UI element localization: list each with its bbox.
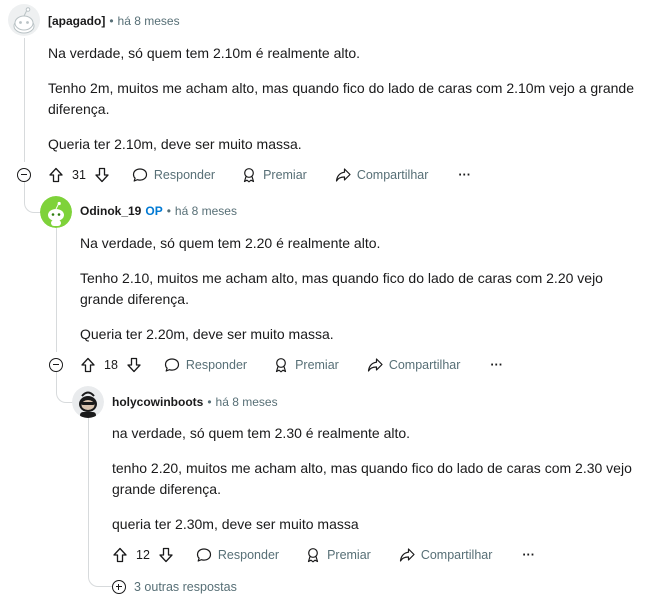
comment-paragraph: Tenho 2m, muitos me acham alto, mas quan… bbox=[48, 80, 634, 117]
vote-count: 18 bbox=[104, 358, 118, 372]
reply-icon bbox=[164, 358, 180, 372]
comment-time[interactable]: há 8 meses bbox=[118, 14, 180, 28]
reply-label: Responder bbox=[217, 548, 280, 562]
meta-separator: • bbox=[207, 395, 212, 409]
overflow-icon: ··· bbox=[458, 168, 471, 182]
thread-line-3[interactable] bbox=[88, 418, 89, 548]
vote-count: 31 bbox=[72, 168, 86, 182]
downvote-icon bbox=[127, 357, 141, 373]
comment-paragraph: na verdade, só quem tem 2.30 é realmente… bbox=[112, 425, 411, 441]
comment-paragraph: Tenho 2.10, muitos me acham alto, mas qu… bbox=[80, 270, 603, 307]
upvote-icon bbox=[81, 357, 95, 373]
overflow-icon: ··· bbox=[490, 358, 503, 372]
comment-paragraph: queria ter 2.30m, deve ser muito massa bbox=[112, 516, 359, 532]
meta-separator: • bbox=[109, 14, 114, 28]
comment-author[interactable]: [apagado] bbox=[48, 14, 105, 28]
comment-paragraph: Queria ter 2.10m, deve ser muito massa. bbox=[48, 136, 302, 152]
share-icon bbox=[335, 168, 351, 182]
expand-icon bbox=[112, 580, 126, 594]
comment-2-body: Na verdade, só quem tem 2.20 é realmente… bbox=[80, 233, 650, 359]
comment-3-actions: 12 Responder Premiar Compartilhar ··· bbox=[112, 543, 535, 567]
avatar-deleted bbox=[8, 4, 40, 36]
collapse-icon[interactable] bbox=[17, 168, 31, 182]
overflow-menu-button[interactable]: ··· bbox=[490, 358, 503, 372]
upvote-button[interactable] bbox=[80, 357, 96, 373]
downvote-button[interactable] bbox=[94, 167, 110, 183]
user-avatar-icon bbox=[72, 386, 104, 418]
share-label: Compartilhar bbox=[420, 548, 493, 562]
award-icon bbox=[275, 358, 287, 373]
comment-author[interactable]: Odinok_19 bbox=[80, 204, 141, 218]
award-button[interactable]: Premiar bbox=[241, 167, 307, 183]
reddit-snoo-icon bbox=[8, 4, 40, 36]
more-replies-link[interactable]: 3 outras respostas bbox=[112, 580, 237, 594]
share-label: Compartilhar bbox=[388, 358, 461, 372]
reply-icon bbox=[132, 168, 148, 182]
comment-2-actions: 18 Responder Premiar Compartilhar ··· bbox=[80, 353, 503, 377]
comment-1-meta: [apagado] • há 8 meses bbox=[48, 14, 180, 28]
reply-button[interactable]: Responder bbox=[164, 357, 247, 373]
downvote-icon bbox=[159, 547, 173, 563]
comment-paragraph: Na verdade, só quem tem 2.10m é realment… bbox=[48, 45, 361, 61]
comment-time[interactable]: há 8 meses bbox=[175, 204, 237, 218]
award-label: Premiar bbox=[295, 358, 339, 372]
thread-branch-3 bbox=[88, 548, 113, 587]
share-button[interactable]: Compartilhar bbox=[367, 357, 461, 373]
share-label: Compartilhar bbox=[356, 168, 429, 182]
more-replies-label: 3 outras respostas bbox=[134, 580, 237, 594]
reply-label: Responder bbox=[185, 358, 248, 372]
downvote-button[interactable] bbox=[126, 357, 142, 373]
comment-paragraph: tenho 2.20, muitos me acham alto, mas qu… bbox=[112, 460, 632, 497]
upvote-button[interactable] bbox=[112, 547, 128, 563]
share-button[interactable]: Compartilhar bbox=[399, 547, 493, 563]
collapse-icon[interactable] bbox=[49, 358, 63, 372]
comment-1-body: Na verdade, só quem tem 2.10m é realment… bbox=[48, 43, 638, 169]
upvote-icon bbox=[49, 167, 63, 183]
meta-separator: • bbox=[166, 204, 171, 218]
award-icon bbox=[243, 168, 255, 183]
vote-count: 12 bbox=[136, 548, 150, 562]
comment-paragraph: Na verdade, só quem tem 2.20 é realmente… bbox=[80, 235, 381, 251]
overflow-menu-button[interactable]: ··· bbox=[522, 548, 535, 562]
reply-button[interactable]: Responder bbox=[132, 167, 215, 183]
reddit-snoo-icon bbox=[40, 196, 72, 228]
reply-label: Responder bbox=[153, 168, 216, 182]
thread-branch-2 bbox=[56, 372, 73, 403]
comment-3-body: na verdade, só quem tem 2.30 é realmente… bbox=[112, 423, 642, 549]
thread-line-1[interactable] bbox=[24, 38, 25, 162]
downvote-icon bbox=[95, 167, 109, 183]
share-icon bbox=[399, 548, 415, 562]
share-button[interactable]: Compartilhar bbox=[335, 167, 429, 183]
comment-author[interactable]: holycowinboots bbox=[112, 395, 203, 409]
comment-2-meta: Odinok_19 OP • há 8 meses bbox=[80, 204, 237, 218]
award-icon bbox=[307, 548, 319, 563]
upvote-icon bbox=[113, 547, 127, 563]
thread-branch-1 bbox=[24, 182, 41, 213]
thread-line-2[interactable] bbox=[56, 228, 57, 352]
overflow-menu-button[interactable]: ··· bbox=[458, 168, 471, 182]
comment-paragraph: Queria ter 2.20m, deve ser muito massa. bbox=[80, 326, 334, 342]
overflow-icon: ··· bbox=[522, 548, 535, 562]
award-button[interactable]: Premiar bbox=[273, 357, 339, 373]
op-badge: OP bbox=[145, 204, 163, 218]
comment-3-meta: holycowinboots • há 8 meses bbox=[112, 395, 278, 409]
award-button[interactable]: Premiar bbox=[305, 547, 371, 563]
upvote-button[interactable] bbox=[48, 167, 64, 183]
reply-button[interactable]: Responder bbox=[196, 547, 279, 563]
comment-1-actions: 31 Responder Premiar Compartilhar ··· bbox=[48, 163, 471, 187]
downvote-button[interactable] bbox=[158, 547, 174, 563]
reply-icon bbox=[196, 548, 212, 562]
award-label: Premiar bbox=[263, 168, 307, 182]
avatar-odinok bbox=[40, 196, 72, 228]
avatar-holycowinboots bbox=[72, 386, 104, 418]
share-icon bbox=[367, 358, 383, 372]
award-label: Premiar bbox=[327, 548, 371, 562]
comment-time[interactable]: há 8 meses bbox=[216, 395, 278, 409]
